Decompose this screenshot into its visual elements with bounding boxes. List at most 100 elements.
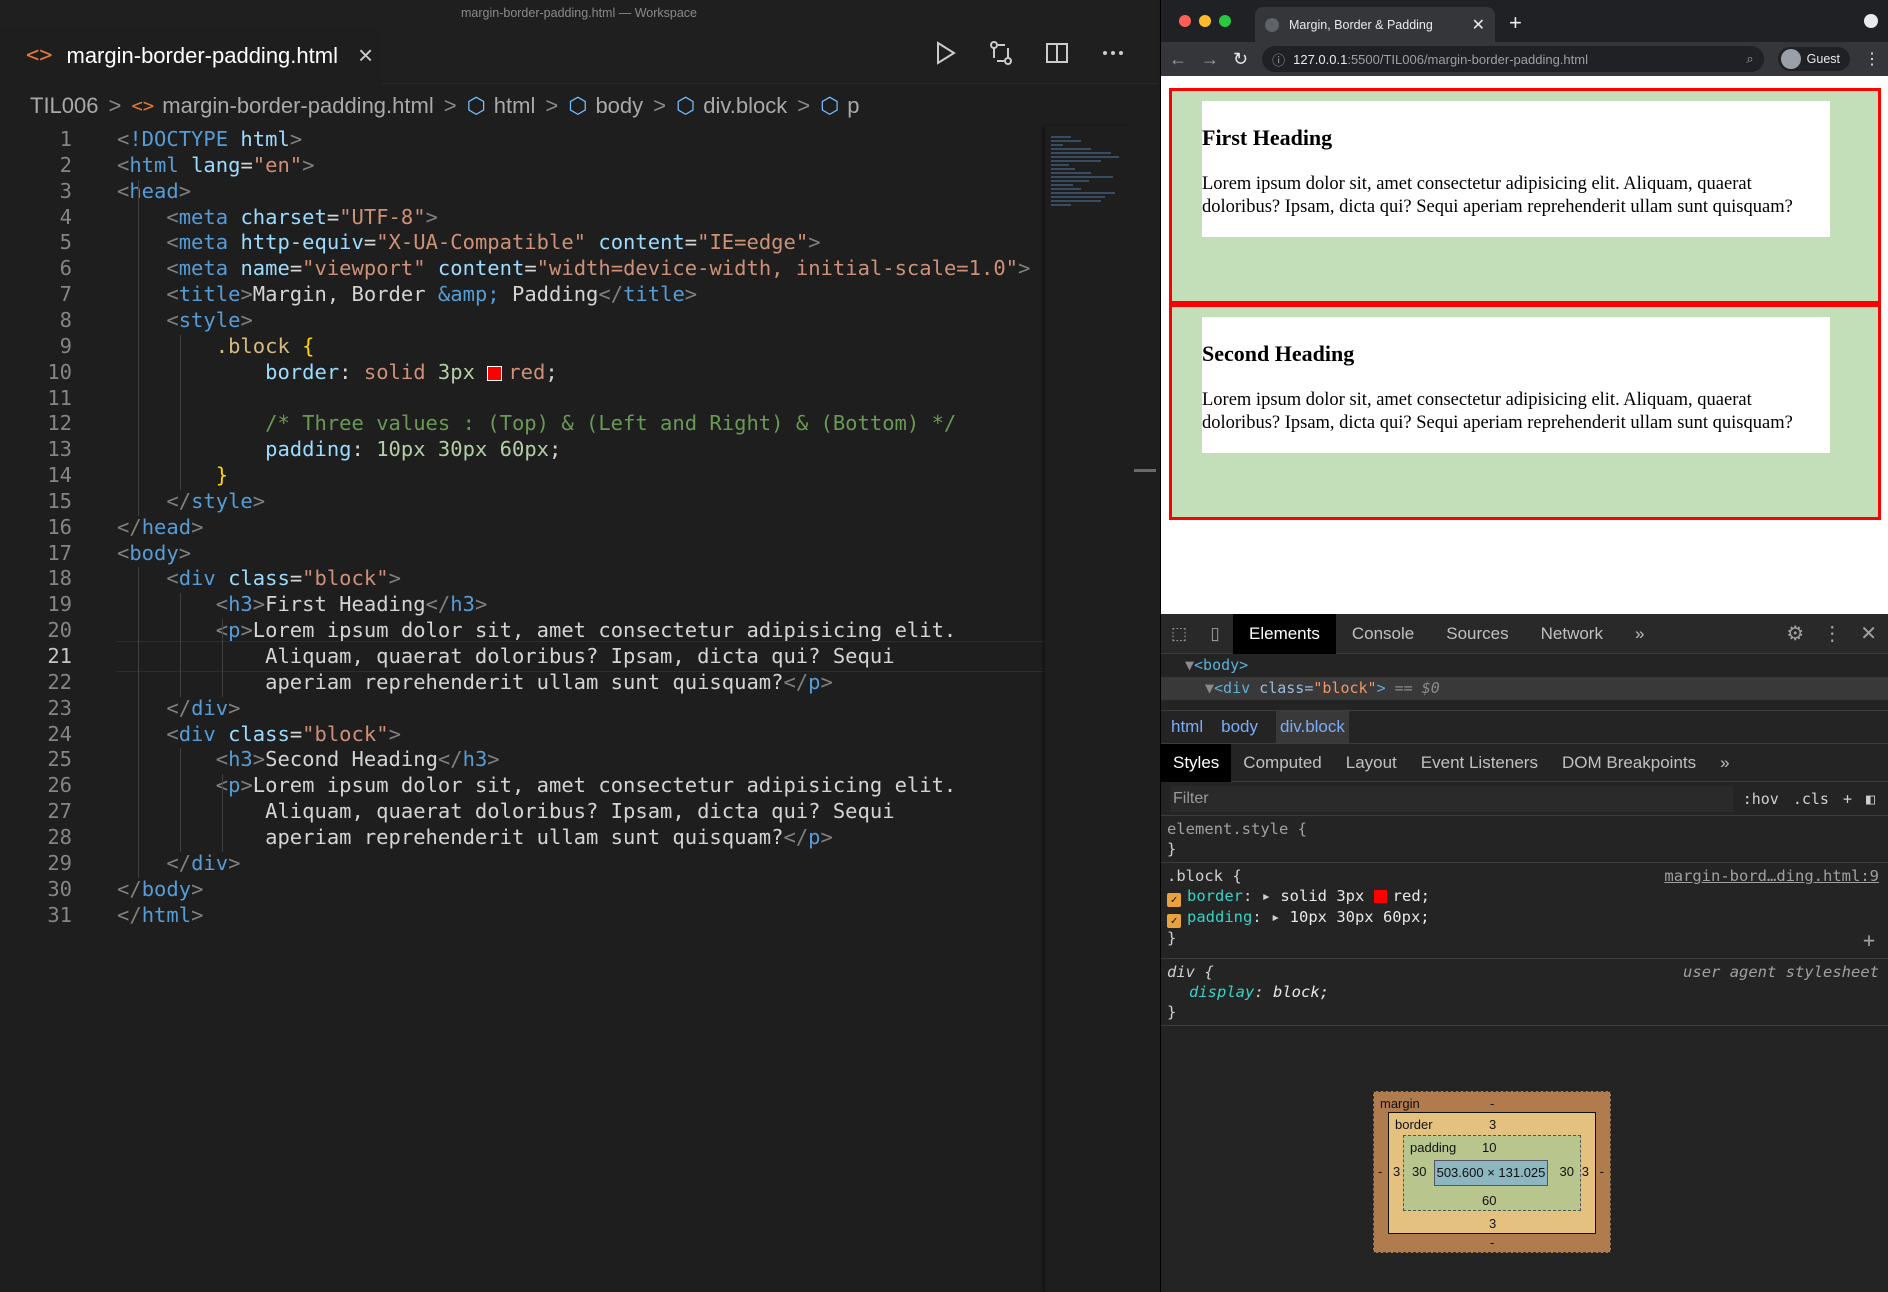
editor-tab[interactable]: <> margin-border-padding.html × (0, 27, 382, 84)
margin-bottom-value[interactable]: - (1490, 1235, 1494, 1250)
padding-left-value[interactable]: 30 (1412, 1164, 1426, 1179)
margin-right-value[interactable]: - (1600, 1164, 1604, 1179)
tab-search-icon[interactable] (1864, 14, 1878, 28)
profile-button[interactable]: Guest (1777, 47, 1850, 71)
editor-scrollbar[interactable] (1128, 126, 1158, 1292)
border-top-value[interactable]: 3 (1489, 1117, 1496, 1132)
forward-icon[interactable]: → (1201, 49, 1219, 70)
dom-row-body[interactable]: ▼<body> (1185, 654, 1888, 677)
style-declaration: display: block; (1189, 983, 1329, 1001)
gear-icon[interactable]: ⚙ (1786, 621, 1804, 646)
tab-layout[interactable]: Layout (1334, 744, 1409, 782)
tab-elements[interactable]: Elements (1233, 613, 1336, 654)
new-rule-button[interactable]: + (1843, 790, 1852, 808)
breadcrumb-item[interactable]: ⬡ html (467, 93, 536, 119)
minimap[interactable] (1045, 126, 1128, 1292)
hover-state-toggle[interactable]: :hov (1743, 790, 1779, 808)
code-line[interactable]: 31 </html> (0, 900, 1045, 931)
url-path: :5500/TIL006/margin-border-padding.html (1347, 51, 1588, 67)
more-actions-icon[interactable] (1098, 38, 1128, 73)
more-options-icon[interactable]: ⋮ (1822, 621, 1842, 646)
breadcrumb-label: margin-border-padding.html (162, 93, 434, 118)
devtools-panel: ⬚ ▯ Elements Console Sources Network » ⚙… (1161, 613, 1888, 1292)
margin-left-value[interactable]: - (1378, 1164, 1382, 1179)
rule-source: user agent stylesheet (1683, 963, 1879, 981)
breadcrumb-item[interactable]: ⬡ div.block (676, 93, 787, 119)
chevron-right-icon: > (108, 93, 122, 118)
zoom-icon[interactable]: ⌕ (1746, 51, 1753, 67)
style-declaration[interactable]: ✓ border: ▸ solid 3px red; (1167, 886, 1883, 907)
tab-sources[interactable]: Sources (1430, 614, 1524, 654)
reload-icon[interactable]: ↻ (1233, 49, 1248, 70)
browser-tab-title: Margin, Border & Padding (1289, 17, 1433, 32)
class-toggle[interactable]: .cls (1793, 790, 1829, 808)
close-tab-icon[interactable]: ✕ (1472, 15, 1485, 35)
block-heading: First Heading (1202, 125, 1333, 150)
tab-network[interactable]: Network (1525, 614, 1619, 654)
dom-crumb-selected[interactable]: div.block (1276, 711, 1349, 743)
padding-top-value[interactable]: 10 (1482, 1140, 1496, 1155)
color-swatch-icon[interactable] (1373, 890, 1387, 903)
close-window-icon[interactable] (1179, 15, 1191, 27)
tab-console[interactable]: Console (1336, 614, 1430, 654)
split-editor-icon[interactable] (1042, 38, 1072, 73)
tab-computed[interactable]: Computed (1231, 744, 1333, 782)
inspect-element-icon[interactable]: ⬚ (1161, 624, 1197, 644)
info-icon[interactable]: ⓘ (1272, 50, 1285, 69)
margin-top-value[interactable]: - (1490, 1096, 1494, 1111)
breadcrumb-item[interactable]: <> margin-border-padding.html (131, 93, 433, 119)
code-editor[interactable]: 1 <!DOCTYPE html> 2 <html lang="en"> 3 <head>… (0, 126, 1046, 1292)
more-subtabs-icon[interactable]: » (1708, 744, 1741, 782)
box-model-diagram: margin - - - - border 3 3 3 3 padding 10… (1373, 1091, 1611, 1253)
minimize-window-icon[interactable] (1199, 15, 1211, 27)
dom-crumb[interactable]: html (1171, 717, 1203, 737)
html-file-icon: <> (26, 43, 53, 68)
breadcrumb-item[interactable]: ⬡ body (568, 93, 643, 119)
styles-filter-bar: Filter :hov .cls + ◧ (1161, 782, 1888, 816)
breadcrumb-item[interactable]: TIL006 (30, 93, 99, 119)
run-icon[interactable] (930, 38, 960, 73)
checkbox[interactable]: ✓ (1167, 893, 1181, 907)
html-file-icon: <> (131, 95, 155, 117)
breadcrumb: TIL006 > <> margin-border-padding.html > … (0, 84, 1158, 128)
filter-input[interactable]: Filter (1171, 785, 1733, 812)
chevron-right-icon: > (797, 93, 811, 118)
style-declaration[interactable]: ✓ padding: ▸ 10px 30px 60px; (1167, 907, 1883, 928)
address-bar[interactable]: ⓘ 127.0.0.1:5500/TIL006/margin-border-pa… (1262, 46, 1764, 72)
rule-element-style[interactable]: element.style { } (1161, 816, 1888, 863)
color-swatch-icon[interactable] (487, 365, 503, 381)
border-bottom-value[interactable]: 3 (1489, 1216, 1496, 1231)
add-declaration-icon[interactable]: + (1863, 928, 1875, 952)
browser-tab[interactable]: Margin, Border & Padding ✕ (1255, 7, 1495, 42)
dom-tree[interactable]: ▼<body> ▼<div class="block"> == $0 (1161, 654, 1888, 710)
browser-menu-icon[interactable]: ⋮ (1864, 49, 1880, 69)
more-tabs-icon[interactable]: » (1619, 614, 1660, 654)
window-controls (1179, 15, 1231, 27)
checkbox[interactable]: ✓ (1167, 914, 1181, 928)
compare-changes-icon[interactable] (986, 38, 1016, 73)
border-right-value[interactable]: 3 (1582, 1164, 1589, 1179)
breadcrumb-item[interactable]: ⬡ p (820, 93, 859, 119)
box-model-border: border 3 3 3 3 padding 10 30 30 60 503.6… (1388, 1112, 1596, 1234)
toggle-sidebar-icon[interactable]: ◧ (1866, 790, 1875, 808)
dom-crumb[interactable]: body (1221, 717, 1258, 737)
close-icon[interactable]: ✕ (1860, 621, 1877, 646)
rule-source-link[interactable]: margin-bord…ding.html:9 (1664, 867, 1879, 885)
margin-label: margin (1380, 1096, 1420, 1111)
tab-event-listeners[interactable]: Event Listeners (1409, 744, 1550, 782)
block-paragraph: Lorem ipsum dolor sit, amet consectetur … (1202, 390, 1793, 433)
back-icon[interactable]: ← (1169, 49, 1187, 70)
rule-div-user-agent[interactable]: div { user agent stylesheet display: blo… (1161, 959, 1888, 1026)
rule-block[interactable]: .block { margin-bord…ding.html:9 ✓ border… (1161, 863, 1888, 959)
padding-bottom-value[interactable]: 60 (1482, 1193, 1496, 1208)
box-model-content[interactable]: 503.600 × 131.025 (1434, 1160, 1548, 1186)
border-left-value[interactable]: 3 (1393, 1164, 1400, 1179)
maximize-window-icon[interactable] (1219, 15, 1231, 27)
tab-styles[interactable]: Styles (1161, 743, 1232, 782)
padding-right-value[interactable]: 30 (1560, 1164, 1574, 1179)
device-toolbar-icon[interactable]: ▯ (1197, 624, 1233, 644)
close-tab-icon[interactable]: × (358, 40, 373, 71)
dom-row-div-selected[interactable]: ▼<div class="block"> == $0 (1161, 677, 1888, 700)
new-tab-icon[interactable]: + (1509, 10, 1522, 36)
tab-dom-breakpoints[interactable]: DOM Breakpoints (1550, 744, 1708, 782)
